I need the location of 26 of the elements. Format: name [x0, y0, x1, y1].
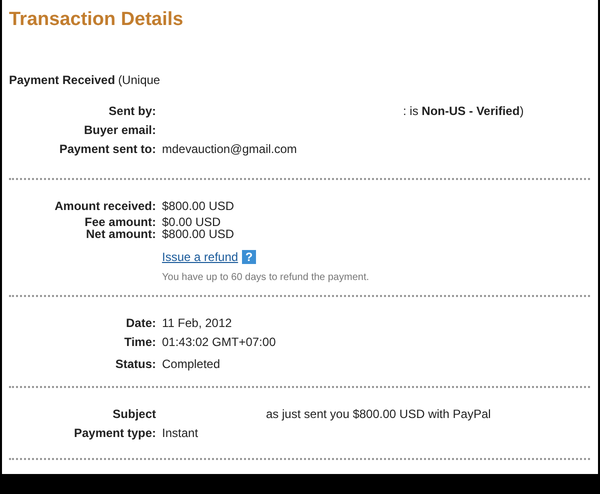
field-value: Instant [162, 426, 198, 441]
field-value: mdevauction@gmail.com [162, 142, 297, 157]
field-value: Completed [162, 357, 220, 372]
field-label: Payment sent to: [58, 142, 156, 157]
field-value: $800.00 USD [162, 227, 234, 242]
field-value: 11 Feb, 2012 [162, 316, 232, 331]
field-label: Subject [112, 407, 156, 422]
page-title: Transaction Details [9, 8, 184, 32]
heading-note: (Unique [118, 73, 160, 87]
field-value: 01:43:02 GMT+07:00 [162, 335, 276, 350]
field-label: Sent by: [108, 104, 156, 119]
refund-note: You have up to 60 days to refund the payment. [162, 272, 370, 283]
field-label: Amount received: [54, 199, 156, 214]
field-label: Fee amount: [84, 215, 156, 230]
field-value: $800.00 USD [162, 199, 234, 214]
field-label: Status: [114, 357, 156, 372]
field-label: Payment type: [72, 426, 156, 441]
field-value: $0.00 USD [162, 215, 221, 229]
field-value: : is Non-US - Verified) [403, 104, 524, 119]
field-label: Net amount: [85, 227, 156, 242]
section-heading: Payment Received [9, 73, 116, 87]
field-label: Buyer email: [82, 123, 156, 138]
field-value: as just sent you $800.00 USD with PayPal [266, 407, 491, 422]
issue-refund-link[interactable]: Issue a refund [162, 250, 238, 264]
field-label: Time: [123, 335, 156, 350]
field-label: Date: [124, 316, 156, 331]
